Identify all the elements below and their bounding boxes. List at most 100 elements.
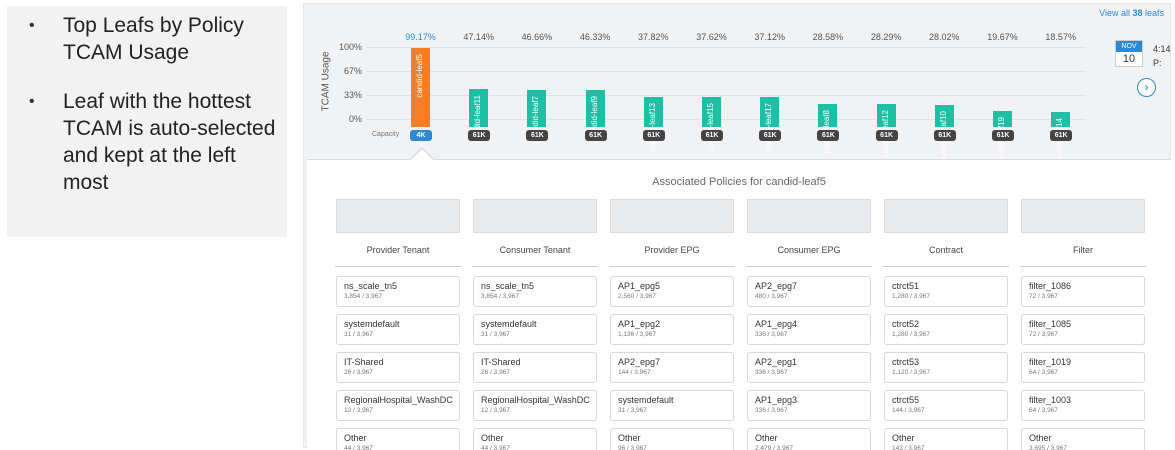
policy-card[interactable]: filter_1086 72 / 3,967 <box>1021 276 1145 307</box>
policy-card[interactable]: ctrct53 1,120 / 3,967 <box>884 352 1008 383</box>
capacity-label: Capacity <box>372 131 400 138</box>
policy-name: Other <box>755 433 778 443</box>
capacity-badge: 61K <box>642 130 665 141</box>
policy-card[interactable]: filter_1085 72 / 3,967 <box>1021 314 1145 345</box>
policy-card[interactable]: ctrct52 1,280 / 3,967 <box>884 314 1008 345</box>
policy-column: Contract ctrct51 1,280 / 3,967 ctrct52 1,280… <box>883 199 1009 450</box>
policy-name: filter_1019 <box>1029 357 1072 367</box>
leaf-bar-label: candid-leaf5 <box>415 53 424 98</box>
policy-list: AP1_epg5 2,560 / 3,967 AP1_epg2 1,136 / 3,9… <box>609 276 735 450</box>
policy-card[interactable]: AP1_epg4 336 / 3,967 <box>747 314 871 345</box>
policy-card[interactable]: Other 44 / 3,967 <box>473 428 597 450</box>
capacity-badge: 61K <box>526 130 549 141</box>
policy-card[interactable]: Other 96 / 3,967 <box>610 428 734 450</box>
policy-count: 336 / 3,967 <box>755 331 788 338</box>
column-filter-input[interactable] <box>884 199 1008 233</box>
view-all-count: 38 <box>1132 8 1143 18</box>
policy-column: Consumer EPG AP2_epg7 480 / 3,967 AP1_epg4 3… <box>746 199 872 450</box>
y-tick-label: 33% <box>343 90 362 100</box>
policy-name: AP2_epg7 <box>618 357 661 367</box>
policy-name: AP1_epg3 <box>755 395 798 405</box>
policy-card[interactable]: ns_scale_tn5 3,854 / 3,967 <box>336 276 460 307</box>
policy-name: ns_scale_tn5 <box>344 281 398 291</box>
policy-card[interactable]: systemdefault 31 / 3,967 <box>610 390 734 421</box>
policy-name: Other <box>1029 433 1052 443</box>
y-tick-label: 67% <box>343 66 362 76</box>
policy-name: AP1_epg5 <box>618 281 661 291</box>
policy-count: 2,560 / 3,967 <box>618 293 656 300</box>
policy-card[interactable]: AP1_epg5 2,560 / 3,967 <box>610 276 734 307</box>
y-tick-label: 0% <box>348 114 362 124</box>
leaf-bar[interactable]: candid-leaf19 <box>993 111 1012 165</box>
policy-name: RegionalHospital_WashDC <box>344 395 453 405</box>
policy-card[interactable]: RegionalHospital_WashDC 12 / 3,967 <box>473 390 597 421</box>
policy-card[interactable]: ctrct55 144 / 3,967 <box>884 390 1008 421</box>
policy-card[interactable]: ctrct51 1,280 / 3,967 <box>884 276 1008 307</box>
bar-percent-label: 37.82% <box>638 32 669 42</box>
policy-name: AP1_epg4 <box>755 319 798 329</box>
policy-card[interactable]: AP1_epg3 336 / 3,967 <box>747 390 871 421</box>
policy-card[interactable]: Other 143 / 3,967 <box>884 428 1008 450</box>
policy-card[interactable]: ns_scale_tn5 3,854 / 3,967 <box>473 276 597 307</box>
policy-card[interactable]: systemdefault 31 / 3,967 <box>473 314 597 345</box>
policy-card[interactable]: AP2_epg1 336 / 3,967 <box>747 352 871 383</box>
bar-percent-label: 37.12% <box>754 32 785 42</box>
column-header: Consumer Tenant <box>472 233 598 267</box>
leaf-bar[interactable]: candid-leaf14 <box>1051 112 1071 166</box>
leaf-bar[interactable]: candid-leaf13 <box>643 96 663 151</box>
leaf-bar[interactable]: candid-leaf9 <box>585 89 605 140</box>
policy-name: ctrct52 <box>892 319 920 329</box>
policy-card[interactable]: IT-Shared 26 / 3,967 <box>336 352 460 383</box>
policy-card[interactable]: AP1_epg2 1,136 / 3,967 <box>610 314 734 345</box>
leaf-bar[interactable]: candid-leaf11 <box>469 89 489 143</box>
capacity-badge: 61K <box>468 130 491 141</box>
gridline <box>366 71 1086 72</box>
policy-count: 2,479 / 3,967 <box>755 445 793 450</box>
policy-card[interactable]: systemdefault 31 / 3,967 <box>336 314 460 345</box>
policy-name: AP1_epg2 <box>618 319 661 329</box>
policy-card[interactable]: filter_1003 64 / 3,967 <box>1021 390 1145 421</box>
policy-name: Other <box>344 433 367 443</box>
bullet-text: Leaf with the hottest TCAM is auto-selec… <box>63 90 276 194</box>
policy-card[interactable]: Other 2,479 / 3,967 <box>747 428 871 450</box>
leaf-bar[interactable]: candid-leaf12 <box>876 104 896 158</box>
policy-column: Filter filter_1086 72 / 3,967 filter_1085 72… <box>1020 199 1146 450</box>
policy-count: 3,854 / 3,967 <box>481 293 519 300</box>
bullet-panel: • Top Leafs by Policy TCAM Usage • Leaf … <box>7 6 287 237</box>
policy-card[interactable]: Other 44 / 3,967 <box>336 428 460 450</box>
policy-card[interactable]: IT-Shared 26 / 3,967 <box>473 352 597 383</box>
column-filter-input[interactable] <box>610 199 734 233</box>
bullet-text: Top Leafs by Policy TCAM Usage <box>63 14 244 64</box>
leaf-bar[interactable]: candid-leaf7 <box>527 89 547 139</box>
next-page-button[interactable]: › <box>1137 78 1156 97</box>
column-filter-input[interactable] <box>473 199 597 233</box>
leaf-bar[interactable]: candid-leaf17 <box>760 97 780 151</box>
bullet-item: • Top Leafs by Policy TCAM Usage <box>29 12 277 66</box>
leaf-bar-label: candid-leaf17 <box>764 103 774 152</box>
bar-percent-label: 28.58% <box>812 32 844 42</box>
policy-card[interactable]: AP2_epg7 480 / 3,967 <box>747 276 871 307</box>
leaf-bar[interactable]: candid-leaf8 <box>818 104 838 154</box>
column-filter-input[interactable] <box>1021 199 1145 233</box>
leaf-bar[interactable]: candid-leaf15 <box>702 96 721 151</box>
view-all-link[interactable]: View all 38 leafs <box>1099 8 1164 18</box>
policy-card[interactable]: AP2_epg7 144 / 3,967 <box>610 352 734 383</box>
leaf-bar[interactable]: candid-leaf5 <box>411 47 430 127</box>
time-line: 4:14 <box>1153 44 1171 54</box>
y-tick-label: 100% <box>338 42 362 52</box>
bullet-dot-icon: • <box>29 17 35 34</box>
policy-card[interactable]: filter_1019 64 / 3,967 <box>1021 352 1145 383</box>
policy-count: 1,280 / 3,967 <box>892 331 930 338</box>
policy-card[interactable]: RegionalHospital_WashDC 12 / 3,967 <box>336 390 460 421</box>
policy-count: 26 / 3,967 <box>344 369 373 376</box>
date-day: 10 <box>1122 53 1136 65</box>
policy-card[interactable]: Other 3,695 / 3,967 <box>1021 428 1145 450</box>
date-widget[interactable]: NOV 10 <box>1115 40 1143 67</box>
column-filter-input[interactable] <box>336 199 460 233</box>
view-all-suffix: leafs <box>1142 8 1164 18</box>
policy-count: 3,854 / 3,967 <box>344 293 382 300</box>
capacity-badge: 61K <box>701 130 723 141</box>
column-filter-input[interactable] <box>747 199 871 233</box>
leaf-bar[interactable]: candid-leaf10 <box>934 104 954 159</box>
policy-count: 12 / 3,967 <box>481 407 510 414</box>
